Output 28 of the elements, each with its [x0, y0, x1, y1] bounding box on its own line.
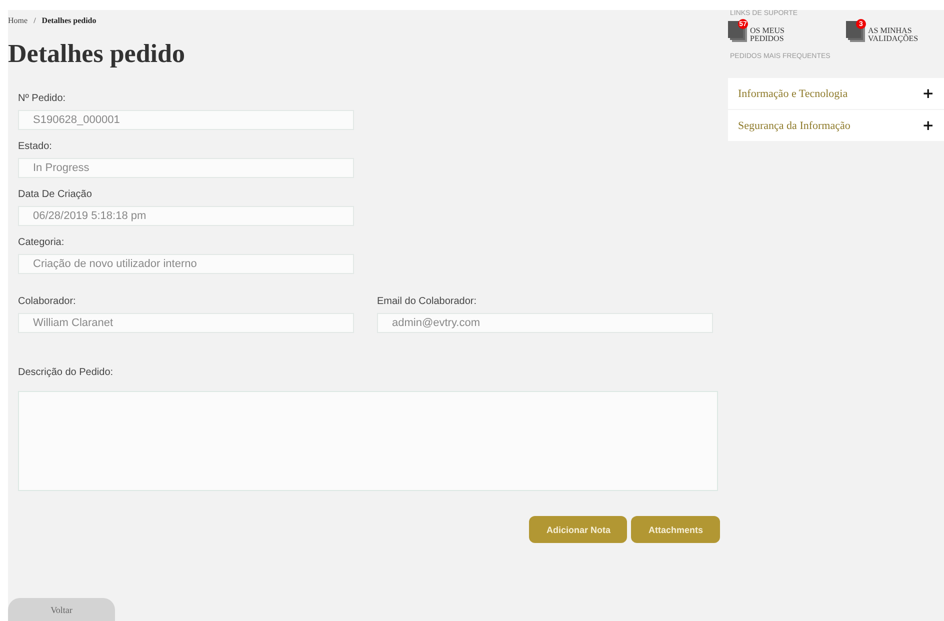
- field-label: Estado:: [18, 141, 53, 152]
- field-label: Categoria:: [18, 237, 66, 248]
- input-field[interactable]: S190628_000001: [18, 110, 354, 130]
- category-label: Informação e Tecnologia: [738, 88, 848, 100]
- back-button[interactable]: Voltar: [8, 598, 115, 621]
- expand-icon[interactable]: +: [922, 118, 934, 134]
- input-field[interactable]: William Claranet: [18, 313, 354, 333]
- breadcrumb-current: Detalhes pedido: [42, 16, 96, 25]
- category-label: Segurança da Informação: [738, 120, 850, 132]
- input-field[interactable]: In Progress: [18, 158, 354, 178]
- input-field[interactable]: admin@evtry.com: [377, 313, 713, 333]
- description-field[interactable]: [18, 391, 718, 491]
- page-title: Detalhes pedido: [8, 39, 186, 70]
- action-button[interactable]: Adicionar Nota: [529, 516, 628, 543]
- action-button[interactable]: Attachments: [631, 516, 720, 543]
- input-field[interactable]: 06/28/2019 5:18:18 pm: [18, 206, 354, 226]
- field-label: Data De Criação: [18, 189, 93, 200]
- category-item[interactable]: Informação e Tecnologia +: [728, 78, 944, 109]
- documents-icon: [728, 21, 748, 43]
- breadcrumb-link[interactable]: Home: [8, 16, 28, 25]
- expand-icon[interactable]: +: [922, 86, 934, 102]
- field-label: Nº Pedido:: [18, 93, 67, 104]
- field-label: Colaborador:: [18, 296, 77, 307]
- field-label: Descrição do Pedido:: [18, 367, 114, 378]
- category-item[interactable]: Segurança da Informação +: [728, 110, 944, 141]
- breadcrumb-separator: /: [34, 16, 36, 25]
- field-label: Email do Colaborador:: [377, 296, 478, 307]
- input-field[interactable]: Criação de novo utilizador interno: [18, 254, 354, 274]
